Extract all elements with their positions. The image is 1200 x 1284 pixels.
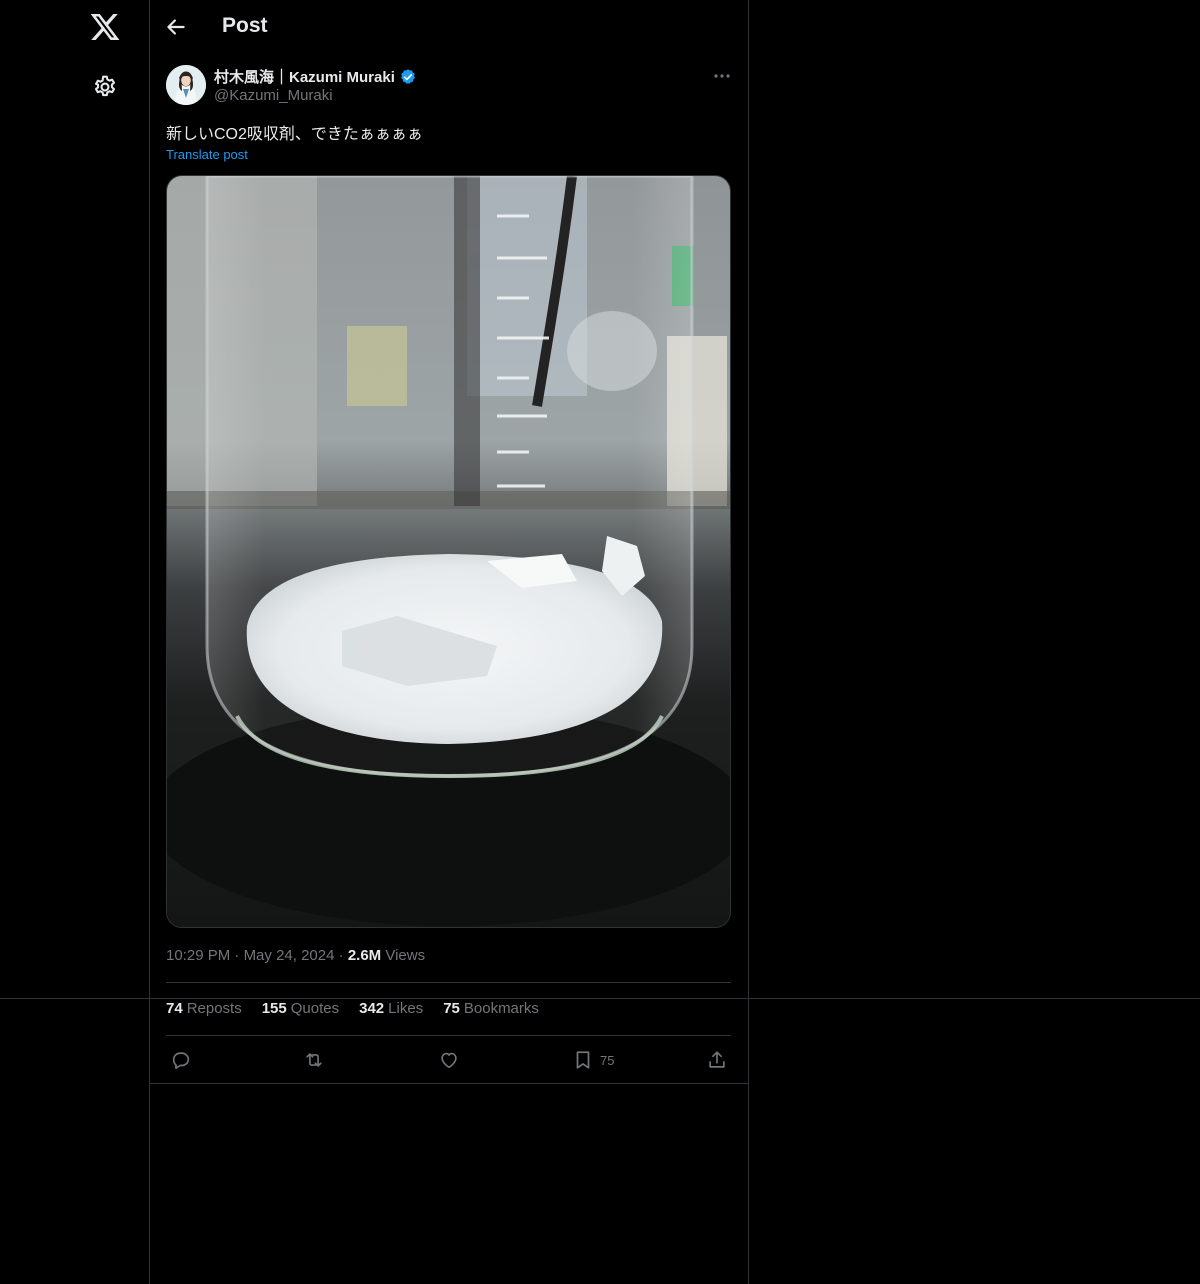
reposts-label: Reposts bbox=[186, 1000, 242, 1017]
bookmark-button[interactable]: 75 bbox=[572, 1048, 614, 1072]
left-nav bbox=[0, 0, 150, 1284]
author-name[interactable]: 村木風海｜Kazumi Muraki bbox=[214, 66, 417, 87]
bookmark-count: 75 bbox=[600, 1052, 615, 1068]
post-time[interactable]: 10:29 PM bbox=[166, 947, 230, 964]
avatar-image bbox=[166, 65, 206, 105]
more-options-icon[interactable] bbox=[710, 64, 734, 88]
beaker-photo bbox=[167, 176, 730, 927]
reply-icon bbox=[172, 1052, 190, 1070]
like-button[interactable] bbox=[438, 1048, 460, 1072]
bookmarks-label: Bookmarks bbox=[463, 1000, 539, 1017]
repost-button[interactable] bbox=[303, 1048, 325, 1072]
share-icon bbox=[709, 1051, 725, 1068]
arrow-left-icon[interactable] bbox=[163, 14, 189, 40]
post-stats: 74 Reposts 155 Quotes 342 Likes 75 Bookmarks bbox=[166, 1000, 539, 1017]
header: Post bbox=[149, 0, 748, 54]
post-text: 新しいCO2吸収剤、できたぁぁぁぁ bbox=[166, 126, 423, 143]
meta-dot: · bbox=[234, 947, 244, 964]
meta-dot: · bbox=[338, 947, 348, 964]
reposts-stat[interactable]: 74 Reposts bbox=[166, 1000, 242, 1017]
quotes-label: Quotes bbox=[290, 1000, 340, 1017]
gear-icon[interactable] bbox=[92, 74, 118, 100]
repost-icon bbox=[306, 1053, 322, 1067]
action-bar: 75 bbox=[149, 1045, 748, 1075]
bookmarks-count: 75 bbox=[443, 1000, 460, 1017]
likes-count: 342 bbox=[359, 1000, 385, 1017]
main-column: Post 村木風海｜Kazumi Muraki @Kazumi_Muraki 新… bbox=[149, 0, 749, 1284]
heart-icon bbox=[441, 1052, 457, 1069]
divider bbox=[166, 982, 731, 983]
avatar[interactable] bbox=[166, 65, 206, 105]
views-label: Views bbox=[385, 947, 426, 964]
quotes-count: 155 bbox=[261, 1000, 287, 1017]
views-count: 2.6M bbox=[347, 947, 382, 964]
page-title: Post bbox=[222, 14, 268, 37]
quotes-stat[interactable]: 155 Quotes bbox=[262, 1000, 339, 1017]
reply-button[interactable] bbox=[170, 1048, 192, 1072]
bookmarks-stat[interactable]: 75 Bookmarks bbox=[443, 1000, 539, 1017]
likes-stat[interactable]: 342 Likes bbox=[359, 1000, 423, 1017]
verified-badge-icon bbox=[400, 68, 415, 84]
reposts-count: 74 bbox=[166, 1000, 183, 1017]
translate-post-link[interactable]: Translate post bbox=[166, 147, 248, 162]
share-button[interactable] bbox=[706, 1048, 728, 1072]
post-date[interactable]: May 24, 2024 bbox=[244, 947, 335, 964]
app: Post 村木風海｜Kazumi Muraki @Kazumi_Muraki 新… bbox=[0, 0, 1200, 1284]
x-logo-icon[interactable] bbox=[89, 11, 121, 43]
post-meta: 10:29 PM · May 24, 2024 · 2.6M Views bbox=[166, 947, 425, 964]
likes-label: Likes bbox=[388, 1000, 424, 1017]
author-display-name[interactable]: 村木風海｜Kazumi Muraki bbox=[214, 66, 395, 87]
author-handle[interactable]: @Kazumi_Muraki bbox=[214, 87, 333, 104]
divider bbox=[149, 1083, 748, 1084]
divider bbox=[166, 1035, 731, 1036]
post-media[interactable] bbox=[166, 175, 731, 928]
bookmark-icon bbox=[576, 1051, 590, 1069]
